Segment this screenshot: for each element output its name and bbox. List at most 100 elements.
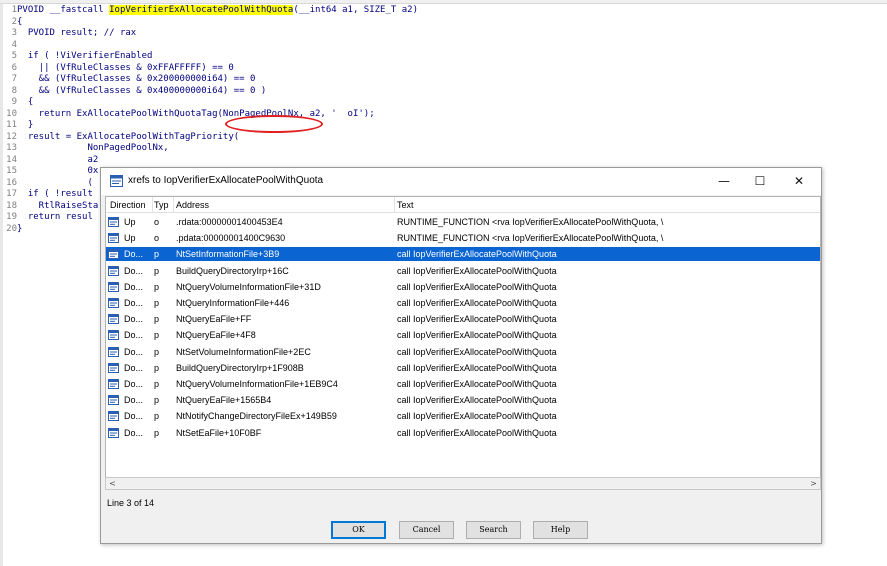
xref-row[interactable]: Do... p NtSetEaFile+10F0BF call IopVerifier… <box>106 426 820 440</box>
xref-icon <box>108 330 119 341</box>
code-line[interactable]: 7 && (VfRuleClasses & 0x200000000i64) ==… <box>3 74 256 85</box>
xref-address: NtNotifyChangeDirectoryFileEx+149B59 <box>176 411 337 422</box>
xref-type: p <box>154 362 160 373</box>
minimize-button[interactable]: — <box>706 168 742 195</box>
column-header-address[interactable]: Address <box>176 200 209 210</box>
xref-row[interactable]: Do... p NtQueryEaFile+1565B4 call IopVerifi… <box>106 393 820 407</box>
xref-direction: Do... <box>124 265 144 276</box>
xref-direction: Do... <box>124 427 144 438</box>
xref-type: p <box>154 346 160 357</box>
list-header: Direction Typ Address Text <box>106 197 820 213</box>
code-text: ( <box>17 177 93 188</box>
xrefs-list[interactable]: Direction Typ Address Text Up o .rdata:000… <box>105 196 821 489</box>
scroll-right-arrow-icon[interactable]: > <box>807 478 820 489</box>
column-header-text[interactable]: Text <box>397 200 414 210</box>
code-text: && (VfRuleClasses & 0x400000000i64) == 0… <box>17 85 267 96</box>
line-number: 8 <box>11 85 17 96</box>
xref-direction: Do... <box>124 346 144 357</box>
xref-address: NtQueryEaFile+FF <box>176 314 252 325</box>
code-line[interactable]: 8 && (VfRuleClasses & 0x400000000i64) ==… <box>3 85 267 97</box>
xref-row[interactable]: Do... p BuildQueryDirectoryIrp+1F908B call … <box>106 361 820 375</box>
code-text: { <box>17 97 34 107</box>
dialog-title-bar[interactable]: xrefs to IopVerifierExAllocatePoolWithQu… <box>101 168 821 195</box>
xref-row[interactable]: Do... p NtQueryInformationFile+446 call Iop… <box>106 296 820 310</box>
xrefs-dialog: xrefs to IopVerifierExAllocatePoolWithQu… <box>100 167 822 544</box>
code-line[interactable]: 20} <box>3 224 22 235</box>
cancel-button[interactable]: Cancel <box>399 521 454 539</box>
xref-row[interactable]: Do... p NtSetInformationFile+3B9 call IopVe… <box>106 247 820 262</box>
code-text: result = ExAllocatePoolWithTagPriority( <box>17 131 240 142</box>
code-line[interactable]: 5 if ( !ViVerifierEnabled <box>3 51 153 62</box>
column-header-type[interactable]: Typ <box>154 200 169 210</box>
code-line[interactable]: 13 NonPagedPoolNx, <box>3 143 169 154</box>
xref-address: NtQueryVolumeInformationFile+1EB9C4 <box>176 379 338 389</box>
code-line[interactable]: 16 ( <box>3 178 93 189</box>
xref-type: p <box>154 330 160 341</box>
xref-row[interactable]: Do... p NtQueryVolumeInformationFile+31D ca… <box>106 280 820 294</box>
line-number: 1 <box>11 5 17 15</box>
close-button[interactable]: ✕ <box>781 168 817 195</box>
code-line[interactable]: 15 0x <box>3 166 98 177</box>
xref-text: call IopVerifierExAllocatePoolWithQuota <box>397 314 557 325</box>
xref-icon <box>108 379 119 389</box>
xref-text: call IopVerifierExAllocatePoolWithQuota <box>397 395 557 406</box>
code-text: 0x <box>17 166 99 176</box>
xref-address: .pdata:00000001400C9630 <box>176 233 286 244</box>
xref-icon <box>108 314 119 325</box>
xref-icon <box>108 265 119 276</box>
code-line[interactable]: 6 || (VfRuleClasses & 0xFFAFFFFF) == 0 <box>3 63 234 74</box>
search-button[interactable]: Search <box>466 521 521 539</box>
line-number: 19 <box>6 212 17 222</box>
line-number: 20 <box>6 223 17 234</box>
column-divider[interactable] <box>394 197 395 213</box>
xref-row[interactable]: Up o .rdata:00000001400453E4 RUNTIME_FUNCTI… <box>106 215 820 229</box>
xref-type: p <box>154 249 160 260</box>
xref-direction: Do... <box>124 362 144 373</box>
column-divider[interactable] <box>173 197 174 213</box>
xref-direction: Do... <box>124 298 144 308</box>
xref-row[interactable]: Do... p NtQueryVolumeInformationFile+1EB9C… <box>106 377 820 391</box>
highlighted-function-name[interactable]: IopVerifierExAllocatePoolWithQuota <box>109 5 294 15</box>
code-line[interactable]: 4 <box>3 40 17 51</box>
xref-row[interactable]: Up o .pdata:00000001400C9630 RUNTIME_FUNCTI… <box>106 231 820 245</box>
maximize-button[interactable]: ☐ <box>742 168 778 195</box>
scroll-left-arrow-icon[interactable]: < <box>106 478 119 489</box>
xref-type: p <box>154 411 160 422</box>
code-text: (__int64 a1, SIZE_T a2) <box>293 5 418 15</box>
xref-type: p <box>154 265 160 276</box>
ok-button[interactable]: OK <box>331 521 386 539</box>
code-line[interactable]: 9 { <box>3 97 34 108</box>
horizontal-scrollbar[interactable]: < > <box>105 477 821 490</box>
xref-row[interactable]: Do... p NtSetVolumeInformationFile+2EC call… <box>106 345 820 359</box>
xref-text: call IopVerifierExAllocatePoolWithQuota <box>397 265 557 276</box>
xref-text: call IopVerifierExAllocatePoolWithQuota <box>397 330 557 341</box>
line-number: 7 <box>11 74 17 84</box>
xref-row[interactable]: Do... p NtQueryEaFile+FF call IopVerifierEx… <box>106 312 820 326</box>
line-number: 3 <box>11 28 17 38</box>
code-line[interactable]: 18 RtlRaiseSta <box>3 201 98 212</box>
code-line[interactable]: 11 } <box>3 120 33 131</box>
code-line[interactable]: 17 if ( !result <box>3 189 93 200</box>
xref-text: call IopVerifierExAllocatePoolWithQuota <box>397 298 557 308</box>
column-header-direction[interactable]: Direction <box>110 200 146 210</box>
xref-type: p <box>154 314 160 325</box>
code-line[interactable]: 12 result = ExAllocatePoolWithTagPriorit… <box>3 132 239 143</box>
line-number: 15 <box>6 166 17 176</box>
code-text: } <box>17 120 34 130</box>
code-line[interactable]: 19 return resul <box>3 212 93 223</box>
xref-text: call IopVerifierExAllocatePoolWithQuota <box>397 427 557 438</box>
code-line[interactable]: 14 a2 <box>3 155 98 166</box>
help-button[interactable]: Help <box>533 521 588 539</box>
code-text: } <box>17 223 23 234</box>
code-line[interactable]: 1PVOID __fastcall IopVerifierExAllocateP… <box>3 5 418 16</box>
code-line[interactable]: 3 PVOID result; // rax <box>3 28 137 39</box>
xref-type: p <box>154 427 160 438</box>
xref-row[interactable]: Do... p NtQueryEaFile+4F8 call IopVerifierE… <box>106 328 820 342</box>
xref-row[interactable]: Do... p NtNotifyChangeDirectoryFileEx+149B… <box>106 409 820 423</box>
line-number: 2 <box>11 16 17 27</box>
column-divider[interactable] <box>152 197 153 213</box>
code-line[interactable]: 2{ <box>3 16 23 28</box>
line-number: 6 <box>11 62 17 73</box>
code-line[interactable]: 10 return ExAllocatePoolWithQuotaTag(Non… <box>3 109 374 120</box>
xref-row[interactable]: Do... p BuildQueryDirectoryIrp+16C call Iop… <box>106 264 820 278</box>
